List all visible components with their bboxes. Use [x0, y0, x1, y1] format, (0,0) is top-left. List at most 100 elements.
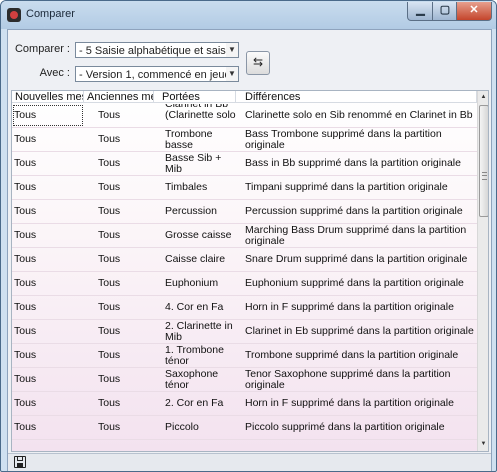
cell-old-measures: Tous	[98, 301, 121, 313]
scroll-up-arrow-icon[interactable]: ▲	[478, 91, 488, 104]
cell-difference: Clarinette solo en Sib renommé en Clarin…	[245, 109, 473, 121]
cell-difference: Piccolo supprimé dans la partition origi…	[245, 421, 445, 433]
table-row[interactable]: Tous Tous Trombone basse Bass Trombone supp…	[12, 128, 477, 152]
cell-difference: Timpani supprimé dans la partition origi…	[245, 181, 448, 193]
column-header-new-measures[interactable]: Nouvelles mesu	[12, 91, 84, 103]
compare-select-value: - 5 Saisie alphabétique et saisie pa	[79, 45, 239, 57]
cell-staff: Caisse claire	[165, 253, 226, 265]
cell-staff: Euphonium	[165, 277, 219, 289]
cell-difference: Percussion supprimé dans la partition or…	[245, 205, 463, 217]
table-row[interactable]: Tous Tous Saxophone ténor Tenor Saxophone s…	[12, 368, 477, 392]
scroll-down-arrow-icon[interactable]: ▼	[478, 438, 488, 451]
table-row[interactable]: Tous Tous 2. Cor en Fa Horn in F supprimé d…	[12, 392, 477, 416]
cell-difference: Trombone supprimé dans la partition orig…	[245, 349, 459, 361]
cell-staff: Percussion	[165, 205, 217, 217]
column-header-staves[interactable]: Portées	[154, 91, 236, 103]
table-row[interactable]: Tous Tous Caisse claire Snare Drum supprimé…	[12, 248, 477, 272]
table-row[interactable]: Tous Tous Basse Sib + Mib Bass in Bb suppri…	[12, 152, 477, 176]
table-row[interactable]: Tous Tous Timbales Timpani supprimé dans la…	[12, 176, 477, 200]
cell-difference: Marching Bass Drum supprimé dans la part…	[245, 224, 467, 247]
cell-old-measures: Tous	[98, 253, 121, 265]
cell-old-measures: Tous	[98, 229, 121, 241]
cell-staff: Clarinet in Bb (Clarinette solo ...	[165, 104, 236, 127]
title-bar[interactable]: Comparer ▁ ▢ ✕	[1, 1, 496, 29]
compare-label: Comparer :	[14, 43, 70, 55]
cell-new-measures: Tous	[14, 133, 37, 145]
table-row[interactable]: Tous Tous 4. Cor en Fa Horn in F supprimé d…	[12, 296, 477, 320]
minimize-button[interactable]: ▁	[407, 2, 434, 21]
cell-staff: Piccolo	[165, 421, 199, 433]
table-row[interactable]: Tous Tous 2. Clarinette in Mib Clarinet in …	[12, 320, 477, 344]
table-row[interactable]: Tous Tous 1. Trombone ténor Trombone suppri…	[12, 344, 477, 368]
cell-old-measures: Tous	[98, 157, 121, 169]
cell-difference: Euphonium supprimé dans la partition ori…	[245, 277, 464, 289]
table-row[interactable]: Tous Tous Euphonium Euphonium supprimé dans…	[12, 272, 477, 296]
cell-old-measures: Tous	[98, 397, 121, 409]
cell-new-measures: Tous	[14, 181, 37, 193]
scrollbar-thumb[interactable]	[479, 105, 488, 217]
cell-difference: Horn in F supprimé dans la partition ori…	[245, 397, 454, 409]
table-row[interactable]: Tous Tous Grosse caisse Marching Bass Drum …	[12, 224, 477, 248]
cell-new-measures: Tous	[14, 205, 37, 217]
cell-old-measures: Tous	[98, 109, 121, 121]
app-icon	[7, 8, 21, 22]
cell-new-measures: Tous	[14, 349, 37, 361]
cell-old-measures: Tous	[98, 205, 121, 217]
close-button[interactable]: ✕	[456, 2, 492, 21]
cell-difference: Clarinet in Eb supprimé dans la partitio…	[245, 325, 474, 337]
window-title: Comparer	[26, 8, 75, 20]
cell-new-measures: Tous	[14, 277, 37, 289]
cell-difference: Tenor Saxophone supprimé dans la partiti…	[245, 368, 451, 391]
cell-new-measures: Tous	[14, 253, 37, 265]
chevron-down-icon[interactable]: ▼	[226, 43, 238, 57]
cell-new-measures: Tous	[14, 301, 37, 313]
with-select-value: - Version 1, commencé en jeudi 1.	[79, 69, 239, 81]
cell-staff: Basse Sib + Mib	[165, 152, 222, 175]
with-label: Avec :	[39, 67, 70, 79]
column-header-differences[interactable]: Différences	[236, 91, 477, 103]
differences-table: Nouvelles mesu Anciennes mes Portées Dif…	[11, 90, 489, 452]
column-header-old-measures[interactable]: Anciennes mes	[84, 91, 154, 103]
cell-staff: Grosse caisse	[165, 229, 232, 241]
cell-new-measures: Tous	[14, 229, 37, 241]
cell-staff: 4. Cor en Fa	[165, 301, 224, 313]
table-body: Nouvelles mesu Anciennes mes Portées Dif…	[12, 91, 477, 451]
cell-difference: Horn in F supprimé dans la partition ori…	[245, 301, 454, 313]
cell-old-measures: Tous	[98, 181, 121, 193]
cell-staff: 2. Clarinette in Mib	[165, 320, 233, 343]
dialog-body: Comparer : - 5 Saisie alphabétique et sa…	[7, 29, 492, 471]
cell-staff: Trombone basse	[165, 128, 213, 151]
cell-new-measures: Tous	[14, 325, 37, 337]
save-icon[interactable]	[14, 456, 26, 468]
with-select[interactable]: - Version 1, commencé en jeudi 1. ▼	[75, 66, 239, 82]
table-row[interactable]: Tous Tous Clarinet in Bb (Clarinette solo …	[12, 104, 477, 128]
chevron-down-icon[interactable]: ▼	[226, 67, 238, 81]
maximize-button[interactable]: ▢	[432, 2, 458, 21]
cell-old-measures: Tous	[98, 277, 121, 289]
cell-new-measures: Tous	[14, 373, 37, 385]
cell-new-measures: Tous	[14, 421, 37, 433]
cell-staff: 1. Trombone ténor	[165, 344, 224, 367]
cell-difference: Bass in Bb supprimé dans la partition or…	[245, 157, 461, 169]
compare-select[interactable]: - 5 Saisie alphabétique et saisie pa ▼	[75, 42, 239, 58]
cell-old-measures: Tous	[98, 325, 121, 337]
status-bar	[8, 453, 491, 471]
cell-old-measures: Tous	[98, 421, 121, 433]
cell-new-measures: Tous	[14, 157, 37, 169]
cell-new-measures: Tous	[14, 397, 37, 409]
cell-staff: 2. Cor en Fa	[165, 397, 224, 409]
cell-old-measures: Tous	[98, 133, 121, 145]
cell-old-measures: Tous	[98, 373, 121, 385]
cell-staff: Saxophone ténor	[165, 368, 219, 391]
vertical-scrollbar[interactable]: ▲ ▼	[477, 91, 488, 451]
table-row[interactable]: Tous Tous Percussion Percussion supprimé da…	[12, 200, 477, 224]
compare-window: Comparer ▁ ▢ ✕ Comparer : - 5 Saisie alp…	[0, 0, 497, 472]
swap-arrows-icon: ⇆	[252, 55, 264, 69]
cell-new-measures: Tous	[12, 104, 84, 127]
cell-difference: Bass Trombone supprimé dans la partition…	[245, 128, 442, 151]
cell-old-measures: Tous	[98, 349, 121, 361]
table-row[interactable]: Tous Tous Piccolo Piccolo supprimé dans la …	[12, 416, 477, 440]
cell-staff: Timbales	[165, 181, 208, 193]
cell-difference: Snare Drum supprimé dans la partition or…	[245, 253, 468, 265]
swap-button[interactable]: ⇆	[246, 51, 270, 75]
